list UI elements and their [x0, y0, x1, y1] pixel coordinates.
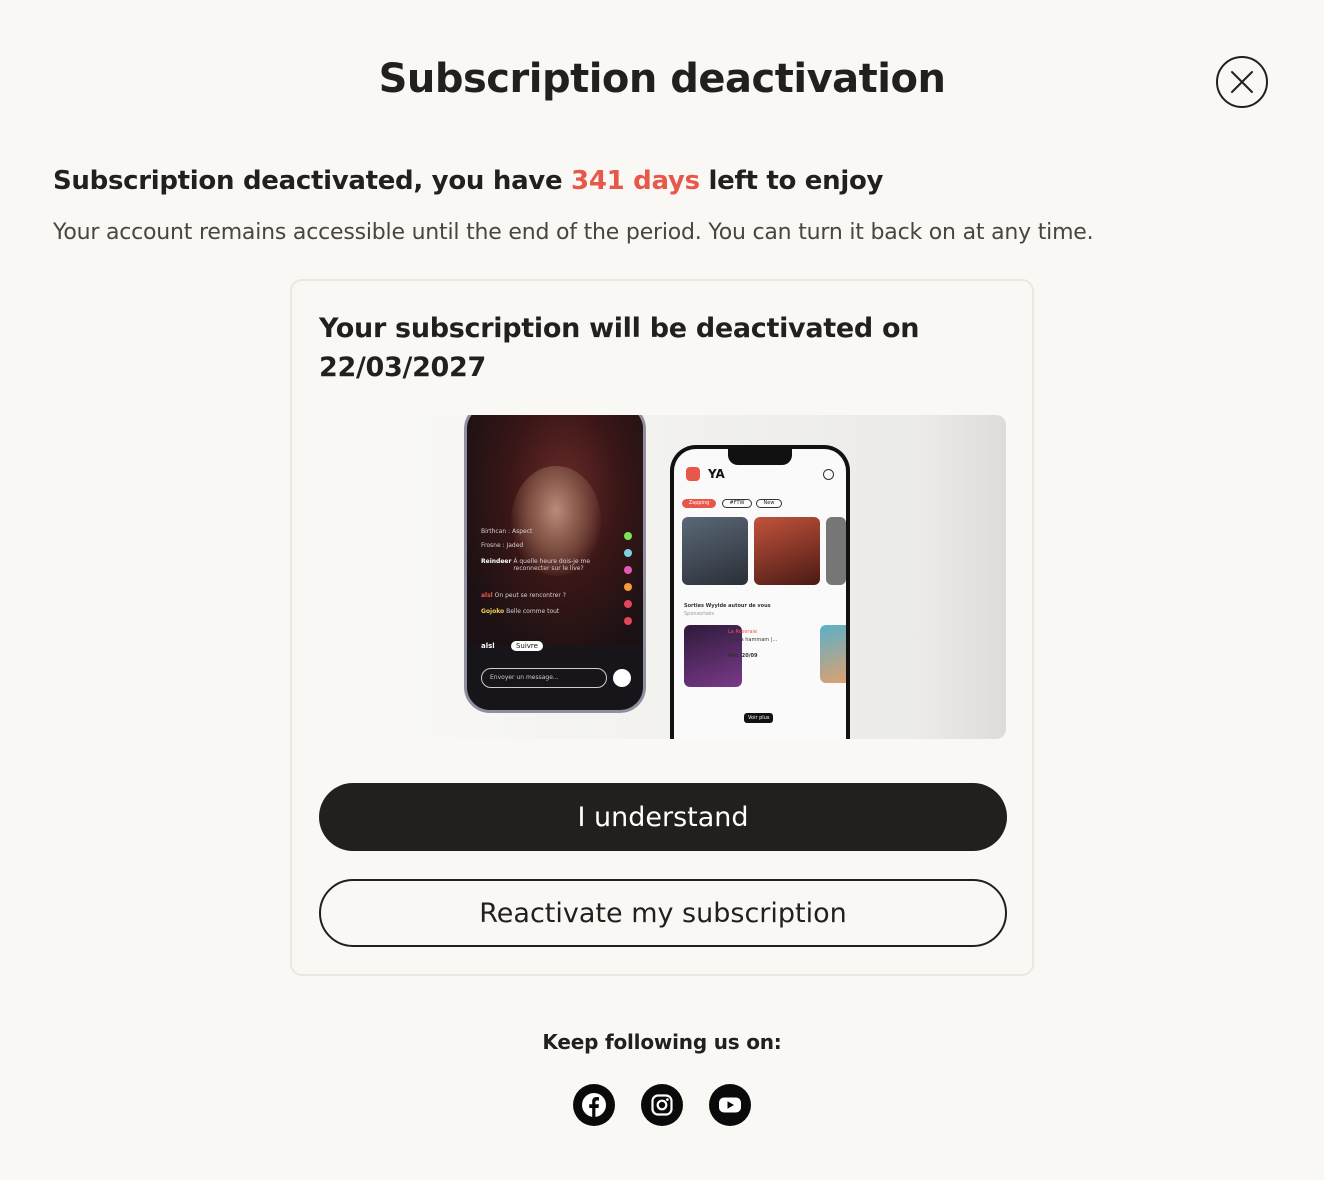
gear-icon [823, 469, 834, 480]
phone-notch [728, 449, 792, 465]
youtube-icon [719, 1097, 741, 1113]
sponsored-label: Sponsorisés [684, 611, 714, 617]
chip: Zapping [682, 499, 716, 508]
live-side-icons [621, 532, 635, 634]
days-left: 341 days [571, 166, 700, 196]
profile-thumb [682, 517, 748, 585]
headline-suffix: left to enjoy [699, 166, 884, 196]
instagram-icon [651, 1094, 673, 1116]
chat-line: Gojoko Belle comme tout [481, 608, 560, 615]
app-avatar [686, 467, 700, 481]
app-promo-image: Birthcan : Aspect Frosne : Jaded Reindee… [402, 415, 1006, 739]
app-logo: YA [708, 467, 725, 481]
phone-live-preview: Birthcan : Aspect Frosne : Jaded Reindee… [464, 415, 646, 713]
chat-line: Frosne : Jaded [481, 542, 524, 549]
youtube-link[interactable] [709, 1084, 751, 1126]
headline-prefix: Subscription deactivated, you have [53, 166, 572, 196]
facebook-link[interactable] [573, 1084, 615, 1126]
instagram-link[interactable] [641, 1084, 683, 1126]
understand-button[interactable]: I understand [319, 783, 1007, 851]
chat-line: Reindeer À quelle heure dois-je me recon… [481, 558, 591, 572]
status-headline: Subscription deactivated, you have 341 d… [53, 166, 883, 196]
modal-title: Subscription deactivation [378, 56, 946, 102]
social-links [573, 1084, 751, 1126]
card-title: Your subscription will be deactivated on… [319, 313, 920, 383]
follow-label: Keep following us on: [542, 1030, 782, 1054]
chat-line: Birthcan : Aspect [481, 528, 533, 535]
chat-line: alsl On peut se rencontrer ? [481, 592, 566, 599]
chip: #FTW [722, 499, 752, 508]
see-more-button: Voir plus [744, 713, 774, 723]
event-date: Mer. 20/09 [728, 653, 758, 659]
section-title: Sorties Wyylde autour de vous [684, 603, 771, 609]
live-message-input: Envoyer un message... [481, 668, 607, 688]
facebook-icon [582, 1093, 606, 1118]
close-button[interactable] [1216, 56, 1268, 108]
event-name: La Roseraie [728, 629, 758, 635]
chip: New [756, 499, 782, 508]
event-desc: Sauna hammam |... [728, 637, 778, 643]
phone-app-preview: YA Zapping #FTW New Sorties Wyylde autou… [670, 445, 850, 739]
send-icon [613, 669, 631, 687]
deactivation-card: Your subscription will be deactivated on… [290, 279, 1034, 976]
profile-thumb [754, 517, 820, 585]
close-icon [1231, 71, 1253, 93]
reactivate-subscription-button[interactable]: Reactivate my subscription [319, 879, 1007, 947]
status-description: Your account remains accessible until th… [53, 220, 1094, 245]
event-image [820, 625, 846, 683]
profile-thumb [826, 517, 846, 585]
live-username: alsl Suivre [481, 641, 543, 651]
